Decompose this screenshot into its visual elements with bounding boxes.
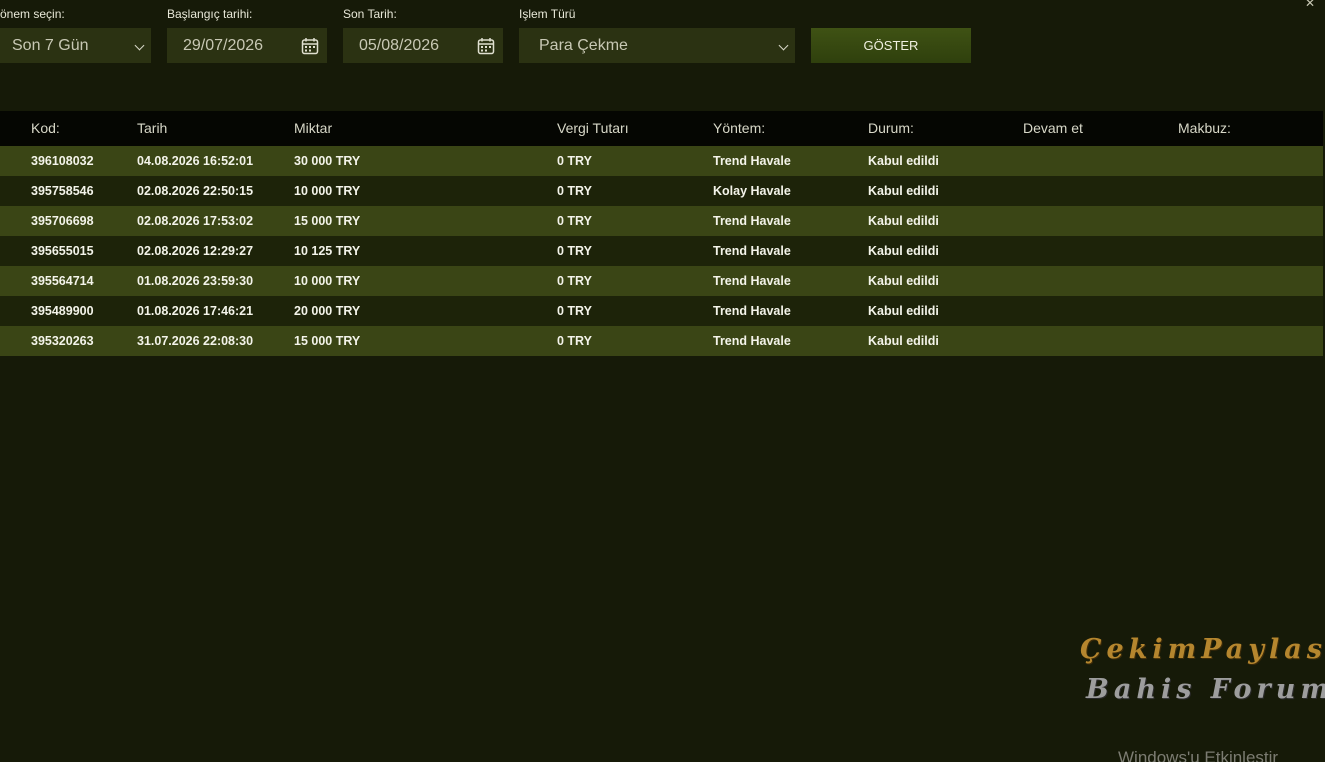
period-label: önem seçin: bbox=[0, 7, 65, 21]
cell-miktar: 15 000 TRY bbox=[294, 334, 361, 348]
table-row[interactable]: 395706698 02.08.2026 17:53:02 15 000 TRY… bbox=[0, 206, 1323, 236]
cell-miktar: 15 000 TRY bbox=[294, 214, 361, 228]
show-button[interactable]: GÖSTER bbox=[811, 28, 971, 63]
table-row[interactable]: 395320263 31.07.2026 22:08:30 15 000 TRY… bbox=[0, 326, 1323, 356]
type-label: Işlem Türü bbox=[519, 7, 576, 21]
column-header-miktar[interactable]: Miktar bbox=[294, 111, 332, 146]
cell-yontem: Trend Havale bbox=[713, 214, 791, 228]
cell-durum: Kabul edildi bbox=[868, 244, 939, 258]
cell-tarih: 01.08.2026 23:59:30 bbox=[137, 274, 254, 288]
close-icon[interactable]: ✕ bbox=[1305, 0, 1315, 10]
watermark-line-2: Bahis Forum bbox=[1086, 674, 1325, 705]
table-row[interactable]: 395489900 01.08.2026 17:46:21 20 000 TRY… bbox=[0, 296, 1323, 326]
cell-tarih: 02.08.2026 12:29:27 bbox=[137, 244, 254, 258]
table-row[interactable]: 395758546 02.08.2026 22:50:15 10 000 TRY… bbox=[0, 176, 1323, 206]
cell-tarih: 31.07.2026 22:08:30 bbox=[137, 334, 254, 348]
cell-yontem: Trend Havale bbox=[713, 274, 791, 288]
cell-miktar: 20 000 TRY bbox=[294, 304, 361, 318]
cell-kod: 395320263 bbox=[31, 334, 94, 348]
start-date-value: 29/07/2026 bbox=[183, 37, 264, 54]
period-select[interactable]: Son 7 Gün bbox=[0, 28, 151, 63]
column-header-kod[interactable]: Kod: bbox=[31, 111, 60, 146]
type-select[interactable]: Para Çekme bbox=[519, 28, 795, 63]
cell-durum: Kabul edildi bbox=[868, 274, 939, 288]
cell-kod: 395706698 bbox=[31, 214, 94, 228]
cell-vergi: 0 TRY bbox=[557, 154, 592, 168]
cell-miktar: 10 125 TRY bbox=[294, 244, 361, 258]
cell-yontem: Trend Havale bbox=[713, 154, 791, 168]
table-row[interactable]: 395564714 01.08.2026 23:59:30 10 000 TRY… bbox=[0, 266, 1323, 296]
column-header-durum[interactable]: Durum: bbox=[868, 111, 914, 146]
cell-miktar: 30 000 TRY bbox=[294, 154, 361, 168]
calendar-icon[interactable] bbox=[301, 37, 319, 55]
cell-kod: 396108032 bbox=[31, 154, 94, 168]
cell-kod: 395655015 bbox=[31, 244, 94, 258]
start-date-label: Başlangıç tarihi: bbox=[167, 7, 253, 21]
chevron-down-icon bbox=[778, 40, 789, 51]
cell-durum: Kabul edildi bbox=[868, 214, 939, 228]
filter-bar: ✕ önem seçin: Son 7 Gün Başlangıç tarihi… bbox=[0, 0, 1325, 70]
table-header: Kod: Tarih Miktar Vergi Tutarı Yöntem: D… bbox=[0, 111, 1323, 146]
cell-yontem: Kolay Havale bbox=[713, 184, 791, 198]
watermark-line-1: ÇekimPaylas bbox=[1080, 634, 1325, 665]
cell-durum: Kabul edildi bbox=[868, 184, 939, 198]
cell-vergi: 0 TRY bbox=[557, 274, 592, 288]
cell-vergi: 0 TRY bbox=[557, 334, 592, 348]
cell-vergi: 0 TRY bbox=[557, 214, 592, 228]
end-date-input[interactable]: 05/08/2026 bbox=[343, 28, 503, 63]
calendar-icon[interactable] bbox=[477, 37, 495, 55]
cell-tarih: 01.08.2026 17:46:21 bbox=[137, 304, 254, 318]
start-date-input[interactable]: 29/07/2026 bbox=[167, 28, 327, 63]
cell-miktar: 10 000 TRY bbox=[294, 274, 361, 288]
cell-durum: Kabul edildi bbox=[868, 334, 939, 348]
cell-kod: 395758546 bbox=[31, 184, 94, 198]
column-header-vergi[interactable]: Vergi Tutarı bbox=[557, 111, 629, 146]
cell-yontem: Trend Havale bbox=[713, 334, 791, 348]
table-row[interactable]: 396108032 04.08.2026 16:52:01 30 000 TRY… bbox=[0, 146, 1323, 176]
cell-tarih: 02.08.2026 17:53:02 bbox=[137, 214, 254, 228]
end-date-value: 05/08/2026 bbox=[359, 37, 440, 54]
cell-tarih: 02.08.2026 22:50:15 bbox=[137, 184, 254, 198]
cell-durum: Kabul edildi bbox=[868, 304, 939, 318]
cell-tarih: 04.08.2026 16:52:01 bbox=[137, 154, 254, 168]
transaction-history-page: ✕ önem seçin: Son 7 Gün Başlangıç tarihi… bbox=[0, 0, 1325, 762]
cell-vergi: 0 TRY bbox=[557, 244, 592, 258]
windows-activation-notice: Windows'u Etkinleştir bbox=[1118, 748, 1279, 762]
chevron-down-icon bbox=[134, 40, 145, 51]
column-header-makbuz[interactable]: Makbuz: bbox=[1178, 111, 1231, 146]
forum-watermark: ÇekimPaylas Bahis Forum bbox=[1078, 632, 1325, 712]
transactions-table: Kod: Tarih Miktar Vergi Tutarı Yöntem: D… bbox=[0, 111, 1323, 356]
cell-yontem: Trend Havale bbox=[713, 304, 791, 318]
column-header-yontem[interactable]: Yöntem: bbox=[713, 111, 765, 146]
column-header-devam[interactable]: Devam et bbox=[1023, 111, 1083, 146]
cell-vergi: 0 TRY bbox=[557, 184, 592, 198]
column-header-tarih[interactable]: Tarih bbox=[137, 111, 167, 146]
type-value: Para Çekme bbox=[539, 37, 628, 54]
cell-durum: Kabul edildi bbox=[868, 154, 939, 168]
cell-vergi: 0 TRY bbox=[557, 304, 592, 318]
period-value: Son 7 Gün bbox=[12, 37, 89, 54]
cell-yontem: Trend Havale bbox=[713, 244, 791, 258]
table-row[interactable]: 395655015 02.08.2026 12:29:27 10 125 TRY… bbox=[0, 236, 1323, 266]
cell-kod: 395564714 bbox=[31, 274, 94, 288]
cell-miktar: 10 000 TRY bbox=[294, 184, 361, 198]
cell-kod: 395489900 bbox=[31, 304, 94, 318]
end-date-label: Son Tarih: bbox=[343, 7, 397, 21]
